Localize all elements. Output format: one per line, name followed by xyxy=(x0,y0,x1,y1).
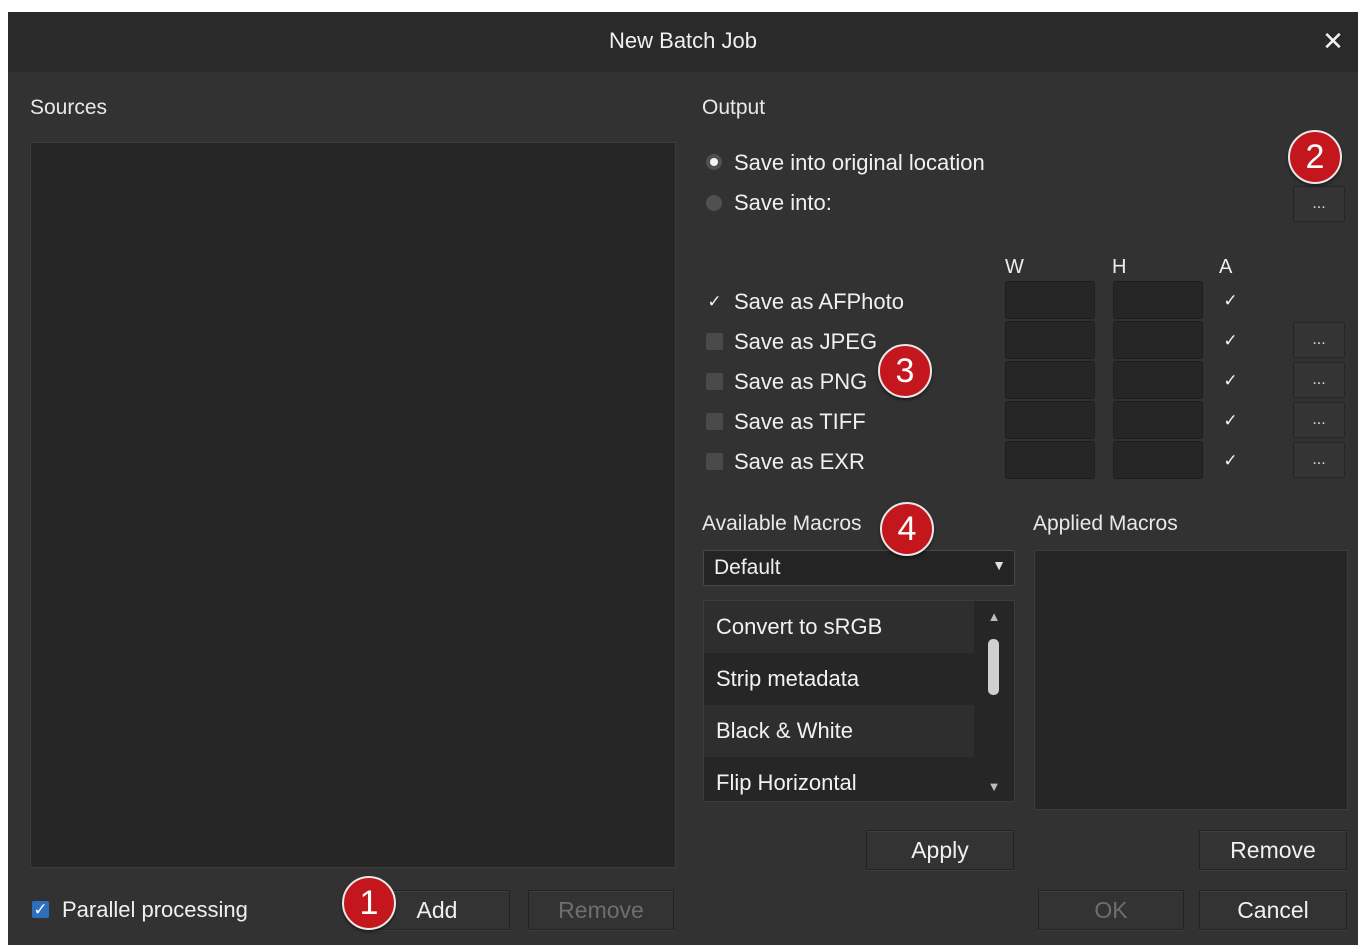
apply-macro-button[interactable]: Apply xyxy=(866,830,1014,870)
radio-save-into[interactable] xyxy=(706,195,722,211)
format-checkbox[interactable] xyxy=(706,453,723,470)
width-input[interactable] xyxy=(1005,361,1095,399)
applied-macros-label: Applied Macros xyxy=(1033,512,1178,535)
remove-macro-button[interactable]: Remove xyxy=(1199,830,1347,870)
title-bar: New Batch Job ✕ xyxy=(8,12,1358,72)
aspect-lock-checkbox[interactable]: ✓ xyxy=(1222,292,1239,309)
macro-list-scrollbar[interactable]: ▲ ▼ xyxy=(980,601,1008,801)
width-column-header: W xyxy=(1005,256,1024,278)
height-input[interactable] xyxy=(1113,401,1203,439)
format-checkbox[interactable] xyxy=(706,373,723,390)
macro-list-item[interactable]: Convert to sRGB xyxy=(704,601,974,653)
available-macros-list[interactable]: Convert to sRGB Strip metadata Black & Whi… xyxy=(703,600,1015,802)
parallel-processing-checkbox[interactable]: ✓ xyxy=(32,901,49,918)
width-input[interactable] xyxy=(1005,401,1095,439)
format-options-button[interactable]: ... xyxy=(1293,322,1345,358)
format-checkbox[interactable] xyxy=(706,413,723,430)
radio-save-original[interactable] xyxy=(706,154,722,170)
macro-category-value: Default xyxy=(714,556,781,579)
applied-macros-list[interactable] xyxy=(1034,550,1348,810)
width-input[interactable] xyxy=(1005,281,1095,319)
height-input[interactable] xyxy=(1113,281,1203,319)
macro-list-item[interactable]: Black & White xyxy=(704,705,974,757)
aspect-lock-checkbox[interactable]: ✓ xyxy=(1222,332,1239,349)
close-icon[interactable]: ✕ xyxy=(1318,26,1348,56)
sources-list[interactable] xyxy=(30,142,676,868)
annotation-badge-2: 2 xyxy=(1288,130,1342,184)
annotation-badge-3: 3 xyxy=(878,344,932,398)
format-label[interactable]: Save as JPEG xyxy=(734,329,877,355)
scroll-up-icon[interactable]: ▲ xyxy=(986,609,1002,624)
annotation-badge-4: 4 xyxy=(880,502,934,556)
format-checkbox[interactable]: ✓ xyxy=(706,293,723,310)
height-input[interactable] xyxy=(1113,321,1203,359)
radio-save-into-label[interactable]: Save into: xyxy=(734,190,832,216)
format-label[interactable]: Save as PNG xyxy=(734,369,867,395)
ok-button[interactable]: OK xyxy=(1038,890,1184,930)
annotation-badge-1: 1 xyxy=(342,876,396,930)
format-checkbox[interactable] xyxy=(706,333,723,350)
remove-source-button[interactable]: Remove xyxy=(528,890,674,930)
alpha-column-header: A xyxy=(1219,256,1233,278)
available-macros-label: Available Macros xyxy=(702,512,862,535)
scroll-down-icon[interactable]: ▼ xyxy=(986,779,1002,794)
format-label[interactable]: Save as EXR xyxy=(734,449,865,475)
macro-list-item[interactable]: Flip Horizontal xyxy=(704,757,974,801)
output-label: Output xyxy=(702,96,766,119)
width-input[interactable] xyxy=(1005,441,1095,479)
browse-location-button[interactable]: ... xyxy=(1293,186,1345,222)
format-options-button[interactable]: ... xyxy=(1293,442,1345,478)
chevron-down-icon: ▼ xyxy=(992,557,1006,573)
macro-category-dropdown[interactable]: Default ▼ xyxy=(703,550,1015,586)
aspect-lock-checkbox[interactable]: ✓ xyxy=(1222,372,1239,389)
cancel-button[interactable]: Cancel xyxy=(1199,890,1347,930)
height-input[interactable] xyxy=(1113,441,1203,479)
height-input[interactable] xyxy=(1113,361,1203,399)
parallel-processing-label[interactable]: Parallel processing xyxy=(62,897,248,923)
format-options-button[interactable]: ... xyxy=(1293,402,1345,438)
format-label[interactable]: Save as TIFF xyxy=(734,409,866,435)
radio-save-original-label[interactable]: Save into original location xyxy=(734,150,985,176)
scroll-thumb[interactable] xyxy=(988,639,999,695)
aspect-lock-checkbox[interactable]: ✓ xyxy=(1222,452,1239,469)
macro-list-item[interactable]: Strip metadata xyxy=(704,653,974,705)
aspect-lock-checkbox[interactable]: ✓ xyxy=(1222,412,1239,429)
dialog-title: New Batch Job xyxy=(609,28,757,53)
format-label[interactable]: Save as AFPhoto xyxy=(734,289,904,315)
format-options-button[interactable]: ... xyxy=(1293,362,1345,398)
sources-label: Sources xyxy=(30,96,108,119)
new-batch-job-dialog: New Batch Job ✕ Sources Output Save into… xyxy=(8,12,1358,945)
width-input[interactable] xyxy=(1005,321,1095,359)
height-column-header: H xyxy=(1112,256,1127,278)
